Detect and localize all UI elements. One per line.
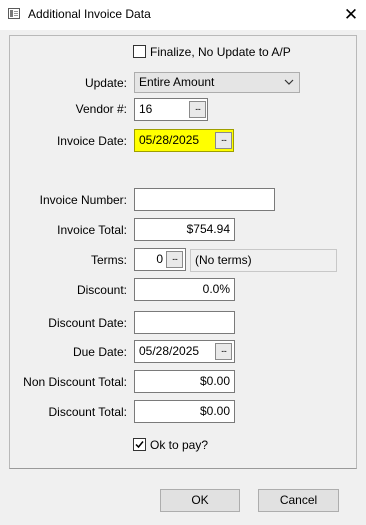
chevron-down-icon xyxy=(284,79,294,85)
due-date-label: Due Date: xyxy=(72,345,127,359)
invoice-number-label: Invoice Number: xyxy=(39,193,127,207)
invoice-date-value: 05/28/2025 xyxy=(139,133,200,147)
invoice-date-label: Invoice Date: xyxy=(56,134,127,148)
ok-to-pay-checkbox[interactable] xyxy=(133,438,146,451)
cancel-button[interactable]: Cancel xyxy=(258,489,339,512)
terms-value: 0 xyxy=(156,252,163,266)
checkmark-icon xyxy=(135,441,144,449)
vendor-value: 16 xyxy=(139,102,153,116)
non-discount-total-value: $0.00 xyxy=(199,374,230,388)
discount-date-field[interactable] xyxy=(134,311,235,334)
discount-value: 0.0% xyxy=(202,282,230,296)
discount-date-label: Discount Date: xyxy=(48,316,127,330)
title-bar: Additional Invoice Data ✕ xyxy=(0,0,366,30)
update-label: Update: xyxy=(84,76,127,90)
ok-to-pay-label: Ok to pay? xyxy=(150,438,209,452)
invoice-date-picker-button[interactable]: ... xyxy=(215,132,232,149)
ok-button[interactable]: OK xyxy=(160,489,240,512)
discount-label: Discount: xyxy=(76,283,127,297)
close-button[interactable]: ✕ xyxy=(338,2,364,28)
update-select[interactable]: Entire Amount xyxy=(134,72,300,93)
discount-total-label: Discount Total: xyxy=(48,405,128,419)
invoice-total-field[interactable]: $754.94 xyxy=(134,218,235,241)
discount-total-value: $0.00 xyxy=(199,404,230,418)
non-discount-total-field[interactable]: $0.00 xyxy=(134,370,235,393)
finalize-label: Finalize, No Update to A/P xyxy=(150,45,291,59)
terms-description-text: (No terms) xyxy=(195,253,252,267)
discount-total-field[interactable]: $0.00 xyxy=(134,400,235,423)
terms-description: (No terms) xyxy=(190,249,337,272)
invoice-total-value: $754.94 xyxy=(186,222,230,236)
update-value: Entire Amount xyxy=(139,75,215,89)
due-date-value: 05/28/2025 xyxy=(139,344,200,358)
non-discount-total-label: Non Discount Total: xyxy=(23,375,127,389)
invoice-number-field[interactable] xyxy=(134,188,275,211)
window-title: Additional Invoice Data xyxy=(28,7,151,21)
invoice-total-label: Invoice Total: xyxy=(57,223,127,237)
finalize-checkbox[interactable] xyxy=(133,45,146,58)
terms-label: Terms: xyxy=(91,253,127,267)
due-date-picker-button[interactable]: ... xyxy=(215,343,232,360)
window-icon xyxy=(8,8,20,19)
discount-field[interactable]: 0.0% xyxy=(134,278,235,301)
vendor-lookup-button[interactable]: ... xyxy=(189,101,206,118)
terms-lookup-button[interactable]: ... xyxy=(166,251,183,268)
vendor-label: Vendor #: xyxy=(75,102,127,116)
